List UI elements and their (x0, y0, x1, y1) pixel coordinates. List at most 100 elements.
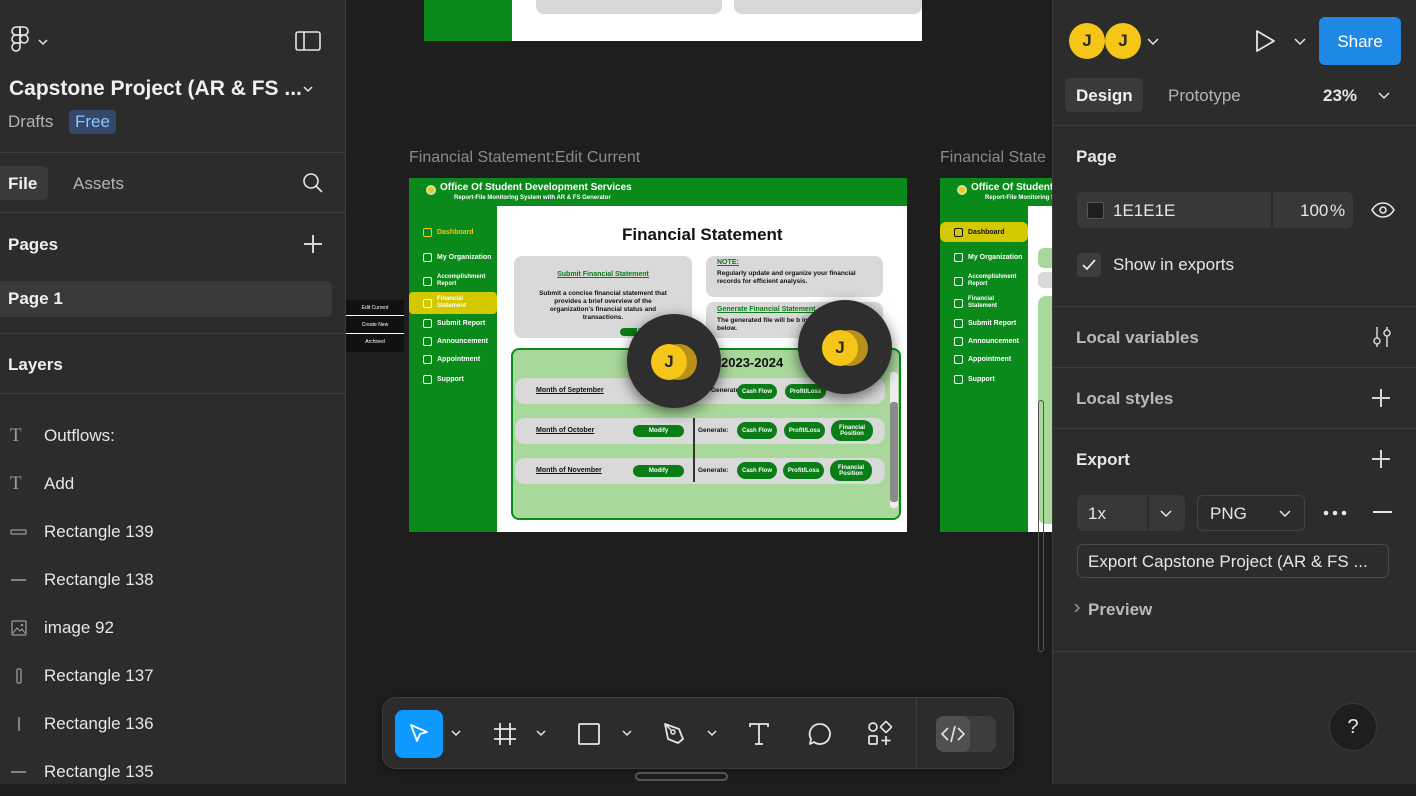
layer-item[interactable]: Rectangle 136 (0, 700, 345, 748)
canvas[interactable]: Financial Statement:Edit Current Financi… (346, 0, 1052, 784)
page-item-label: Page 1 (8, 289, 63, 308)
toolbar-divider (916, 698, 917, 768)
financial-statement-frame-2[interactable]: Office Of Student Development Services R… (940, 178, 1052, 532)
chevron-down-icon[interactable] (303, 84, 313, 94)
canvas-scrollbar[interactable] (1038, 400, 1044, 652)
layer-item[interactable]: Rectangle 135 (0, 748, 345, 796)
chevron-down-icon (1279, 510, 1291, 518)
chevron-down-icon[interactable] (536, 728, 546, 738)
tab-assets[interactable]: Assets (73, 174, 124, 194)
export-button[interactable]: Export Capstone Project (AR & FS ... (1077, 544, 1389, 578)
tab-design[interactable]: Design (1065, 78, 1143, 112)
show-in-exports-label[interactable]: Show in exports (1113, 255, 1234, 275)
rectangle-layer-icon (0, 667, 44, 685)
hex-value[interactable]: 1E1E1E (1113, 201, 1175, 221)
divider (0, 212, 345, 213)
avatar[interactable]: J (1105, 23, 1141, 59)
layer-name: Rectangle 136 (44, 714, 154, 733)
pen-tool[interactable] (651, 710, 699, 758)
frame-label[interactable]: Financial Statement:Edit Current (409, 149, 640, 167)
layer-item[interactable]: image 92 (0, 604, 345, 652)
percent-sign: % (1330, 201, 1346, 220)
code-icon (940, 725, 966, 743)
remove-export-icon[interactable] (1373, 511, 1392, 513)
nav-item: Dashboard (423, 228, 474, 237)
note-card: NOTE: Regularly update and organize your… (706, 256, 883, 297)
month-row: Month of October Modify Generate: Cash F… (515, 418, 885, 456)
divider (0, 333, 345, 334)
chevron-down-icon[interactable] (1294, 37, 1306, 47)
zoom-level[interactable]: 23% (1323, 86, 1357, 106)
figma-menu-button[interactable] (8, 26, 52, 54)
more-options-icon[interactable] (1323, 510, 1347, 516)
chevron-down-icon[interactable] (451, 728, 461, 738)
file-name[interactable]: Capstone Project (AR & FS ... (9, 77, 302, 101)
chevron-right-icon[interactable] (1073, 603, 1081, 613)
add-page-icon[interactable] (303, 234, 323, 254)
frame-above[interactable] (424, 0, 922, 41)
avatar[interactable]: J (1069, 23, 1105, 59)
page-item[interactable]: Page 1 (0, 281, 332, 317)
rectangle-icon (578, 723, 600, 745)
layer-item[interactable]: Rectangle 137 (0, 652, 345, 700)
toggle-sidebar-icon[interactable] (295, 31, 321, 51)
layer-name: Rectangle 138 (44, 570, 154, 589)
tab-file-label: File (8, 174, 38, 193)
tab-design-label: Design (1076, 86, 1133, 105)
text-icon (749, 723, 769, 745)
layer-item[interactable]: Rectangle 138 (0, 556, 345, 604)
text-tool[interactable] (735, 710, 783, 758)
dev-mode-toggle[interactable] (936, 716, 996, 752)
local-styles-heading[interactable]: Local styles (1076, 389, 1173, 409)
actions-tool[interactable] (856, 710, 904, 758)
page-color-field[interactable]: 1E1E1E 100 % (1077, 192, 1353, 228)
layer-item[interactable]: T Add (0, 460, 345, 508)
home-indicator (635, 772, 728, 781)
play-icon[interactable] (1253, 28, 1277, 54)
divider (0, 152, 345, 153)
tab-file[interactable]: File (0, 166, 48, 200)
help-button[interactable]: ? (1329, 703, 1377, 751)
side-menu-component[interactable]: Edit Current Create New Archived (346, 300, 404, 352)
export-heading: Export (1076, 450, 1130, 469)
tab-prototype[interactable]: Prototype (1168, 86, 1241, 106)
text-layer-icon: T (10, 425, 22, 446)
search-icon[interactable] (302, 172, 324, 194)
layer-item[interactable]: Rectangle 139 (0, 508, 345, 556)
file-location[interactable]: Drafts (8, 112, 53, 132)
layer-name: image 92 (44, 618, 114, 637)
opacity-value[interactable]: 100 (1300, 201, 1328, 221)
chevron-down-icon[interactable] (622, 728, 632, 738)
frame-label[interactable]: Financial State (940, 149, 1046, 167)
preview-toggle[interactable]: Preview (1088, 600, 1152, 620)
local-variables-heading[interactable]: Local variables (1076, 328, 1199, 348)
nav-item: My Organization (423, 253, 491, 262)
pages-heading: Pages (8, 235, 59, 254)
layer-item[interactable]: T Outflows: (0, 412, 345, 460)
export-scale-select[interactable]: 1x (1077, 495, 1185, 531)
add-style-icon[interactable] (1371, 388, 1391, 408)
variables-icon[interactable] (1372, 326, 1392, 348)
month-row: Month of November Modify Generate: Cash … (515, 452, 885, 484)
export-format-select[interactable]: PNG (1197, 495, 1305, 531)
add-export-icon[interactable] (1371, 449, 1391, 469)
menu-item: Create New (346, 316, 404, 334)
nav-item: Appointment (423, 355, 480, 364)
layer-name: Rectangle 139 (44, 522, 154, 541)
show-in-exports-checkbox[interactable] (1077, 253, 1101, 277)
nav-item: Accomplishment Report (423, 274, 493, 288)
divider (1053, 367, 1416, 368)
move-tool[interactable] (395, 710, 443, 758)
chevron-down-icon[interactable] (1378, 91, 1390, 101)
eye-icon[interactable] (1371, 202, 1395, 218)
chevron-down-icon[interactable] (707, 728, 717, 738)
rectangle-tool[interactable] (565, 710, 613, 758)
comment-tool[interactable] (796, 710, 844, 758)
frame-tool[interactable] (481, 710, 529, 758)
nav-item: Announcement (423, 337, 488, 346)
chevron-down-icon[interactable] (1147, 37, 1159, 47)
share-button[interactable]: Share (1319, 17, 1401, 65)
cursor-arrow-icon (410, 724, 428, 742)
left-sidebar: Capstone Project (AR & FS ... Drafts Fre… (0, 0, 346, 784)
color-swatch[interactable] (1087, 202, 1104, 219)
